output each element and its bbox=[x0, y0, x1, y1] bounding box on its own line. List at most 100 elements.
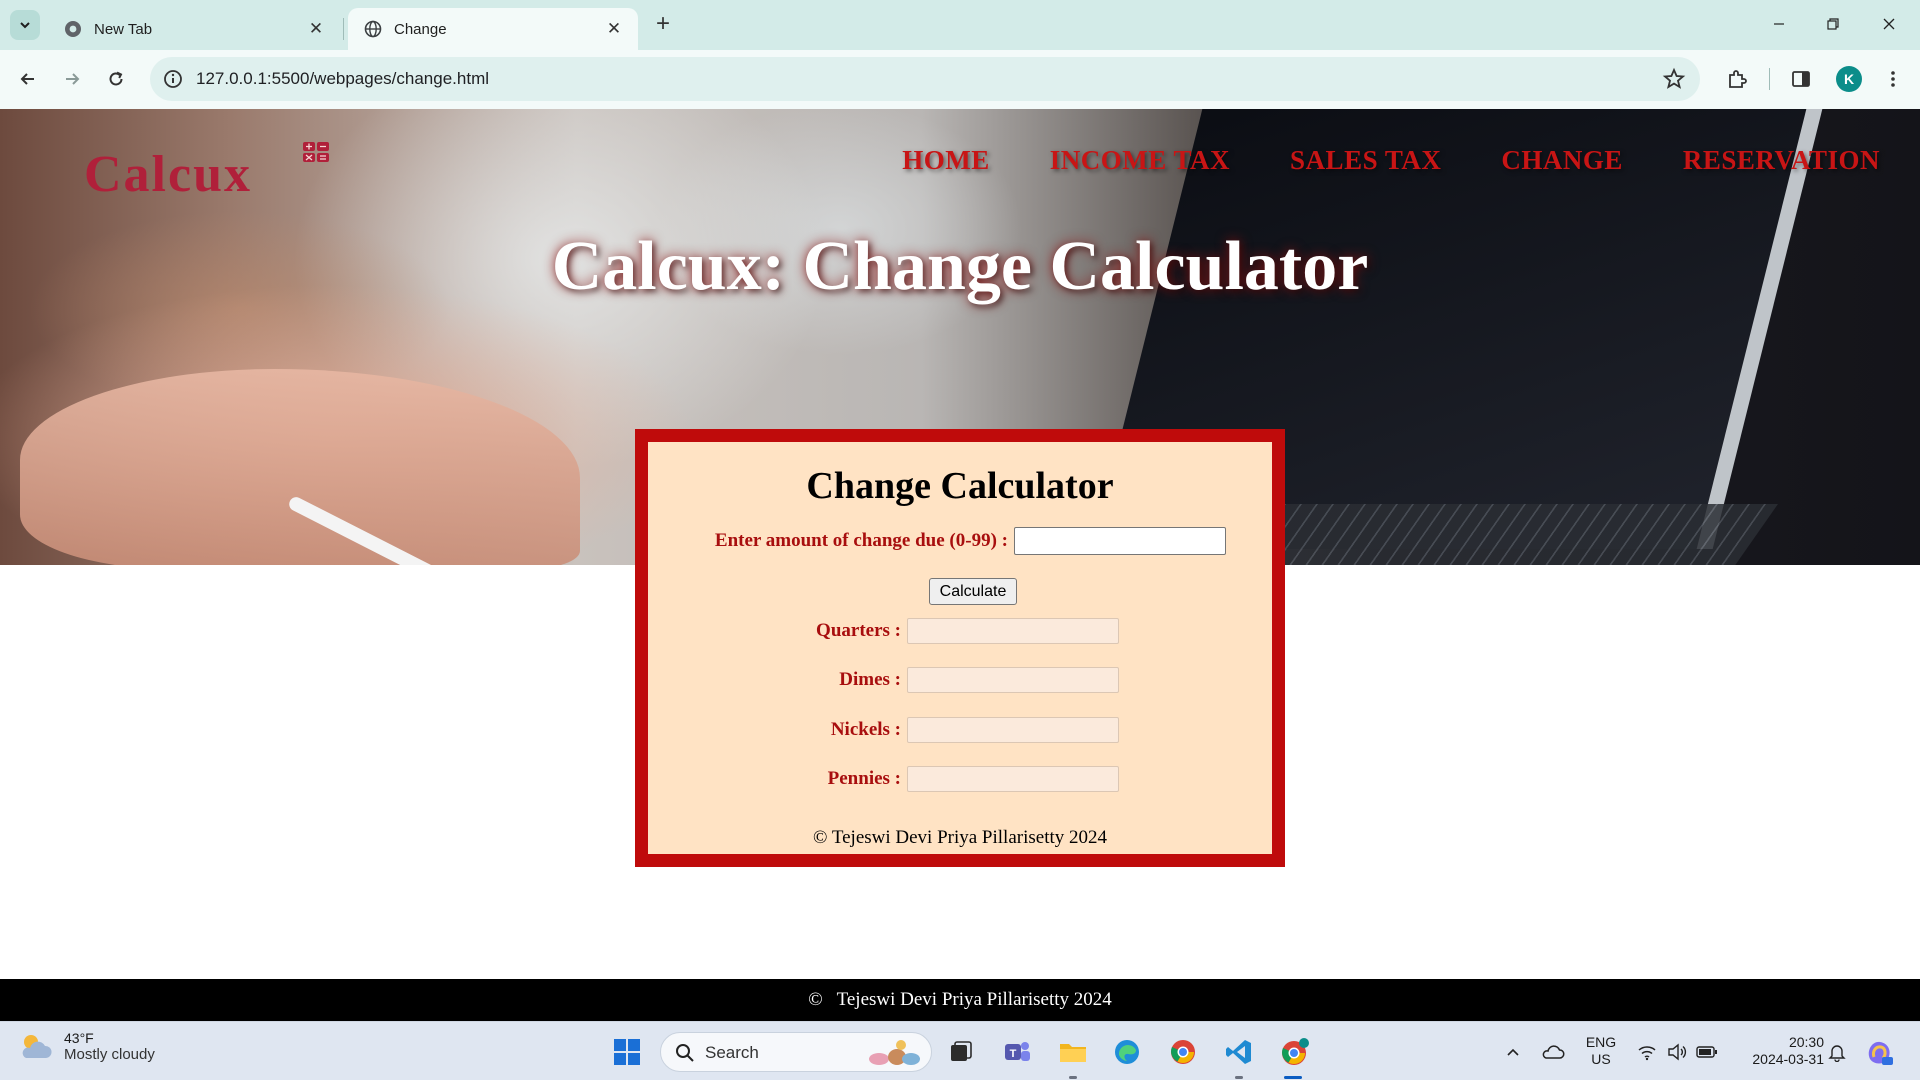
chrome-app[interactable] bbox=[1166, 1035, 1200, 1069]
show-hidden-icons-button[interactable] bbox=[1496, 1035, 1530, 1069]
weather-condition: Mostly cloudy bbox=[64, 1046, 155, 1063]
calculator-title: Change Calculator bbox=[806, 465, 1114, 507]
windows-icon bbox=[614, 1039, 640, 1065]
region-code: US bbox=[1591, 1051, 1611, 1067]
quarters-output[interactable] bbox=[907, 618, 1119, 644]
file-explorer-app[interactable] bbox=[1056, 1035, 1090, 1069]
network-button[interactable] bbox=[1630, 1035, 1664, 1069]
browser-tab-strip: New Tab ✕ Change ✕ + bbox=[0, 0, 1920, 50]
clock-date: 2024-03-31 bbox=[1752, 1051, 1824, 1067]
vscode-app[interactable] bbox=[1222, 1035, 1256, 1069]
more-vertical-icon bbox=[1891, 71, 1895, 87]
taskbar: 43°F Mostly cloudy Search T ENG US 20:30… bbox=[0, 1021, 1920, 1080]
nickels-output[interactable] bbox=[907, 717, 1119, 743]
speaker-icon bbox=[1668, 1043, 1687, 1061]
folder-icon bbox=[1060, 1044, 1086, 1062]
edge-app[interactable] bbox=[1110, 1035, 1144, 1069]
clock[interactable]: 20:30 2024-03-31 bbox=[1730, 1034, 1824, 1068]
copilot-icon bbox=[1868, 1041, 1893, 1065]
bookmark-star-icon[interactable] bbox=[1662, 67, 1686, 91]
onedrive-button[interactable] bbox=[1536, 1035, 1570, 1069]
side-panel-icon bbox=[1792, 71, 1810, 87]
nav-reservation[interactable]: RESERVATION bbox=[1683, 145, 1880, 176]
tab-new-tab[interactable]: New Tab ✕ bbox=[48, 8, 340, 50]
dimes-label: Dimes : bbox=[839, 669, 901, 690]
edge-icon bbox=[1115, 1040, 1139, 1064]
site-logo[interactable]: Calcux bbox=[84, 145, 252, 204]
start-button[interactable] bbox=[610, 1035, 644, 1069]
active-app-indicator bbox=[1284, 1076, 1302, 1079]
vscode-icon bbox=[1226, 1040, 1251, 1064]
battery-icon bbox=[1696, 1046, 1717, 1058]
pennies-label: Pennies : bbox=[827, 768, 901, 789]
close-icon bbox=[1883, 18, 1895, 30]
nav-sales-tax[interactable]: SALES TAX bbox=[1290, 145, 1441, 176]
chrome-profile-app[interactable] bbox=[1278, 1035, 1312, 1069]
cloud-icon bbox=[1542, 1045, 1565, 1059]
nav-income-tax[interactable]: INCOME TAX bbox=[1050, 145, 1230, 176]
copilot-button[interactable] bbox=[1862, 1035, 1896, 1069]
hero-photo-hand bbox=[20, 369, 580, 565]
chrome-icon bbox=[65, 21, 81, 37]
tab-title: New Tab bbox=[94, 20, 153, 38]
restore-button[interactable] bbox=[1806, 8, 1860, 40]
address-bar[interactable]: 127.0.0.1:5500/webpages/change.html bbox=[150, 57, 1700, 101]
page-title: Calcux: Change Calculator bbox=[551, 228, 1369, 305]
task-view-button[interactable] bbox=[944, 1035, 978, 1069]
search-highlight-icon bbox=[869, 1040, 920, 1065]
language-code: ENG bbox=[1585, 1034, 1617, 1050]
globe-icon bbox=[364, 20, 382, 38]
forward-button[interactable] bbox=[56, 63, 88, 95]
battery-button[interactable] bbox=[1690, 1035, 1724, 1069]
url-text[interactable]: 127.0.0.1:5500/webpages/change.html bbox=[196, 69, 489, 89]
teams-app[interactable]: T bbox=[1000, 1035, 1034, 1069]
back-button[interactable] bbox=[12, 63, 44, 95]
chevron-up-icon bbox=[1507, 1048, 1519, 1056]
arrow-left-icon bbox=[20, 73, 34, 85]
chrome-profile-icon bbox=[1282, 1038, 1309, 1065]
pennies-output[interactable] bbox=[907, 766, 1119, 792]
taskbar-search[interactable]: Search bbox=[660, 1032, 932, 1072]
tab-change[interactable]: Change ✕ bbox=[348, 8, 638, 50]
dimes-output[interactable] bbox=[907, 667, 1119, 693]
tab-separator bbox=[343, 18, 344, 40]
running-indicator bbox=[1069, 1076, 1077, 1079]
svg-text:T: T bbox=[1010, 1048, 1017, 1060]
close-icon[interactable]: ✕ bbox=[604, 19, 624, 39]
minimize-icon bbox=[1774, 23, 1784, 25]
task-view-icon bbox=[951, 1041, 972, 1061]
profile-avatar[interactable]: K bbox=[1836, 66, 1862, 92]
arrow-right-icon bbox=[66, 73, 80, 85]
side-panel-button[interactable] bbox=[1788, 66, 1814, 92]
calculate-button[interactable]: Calculate bbox=[929, 578, 1017, 605]
nav-home[interactable]: HOME bbox=[902, 145, 990, 176]
amount-input[interactable] bbox=[1014, 527, 1226, 555]
chrome-menu-button[interactable] bbox=[1880, 66, 1906, 92]
notifications-button[interactable] bbox=[1820, 1035, 1854, 1069]
chevron-down-icon bbox=[20, 22, 30, 29]
weather-temperature: 43°F bbox=[64, 1030, 94, 1046]
browser-toolbar: 127.0.0.1:5500/webpages/change.html K bbox=[0, 50, 1920, 109]
web-page: Calcux HOME INCOME TAX SALES TAX CHANGE … bbox=[0, 109, 1920, 1021]
nickels-label: Nickels : bbox=[830, 719, 901, 740]
extensions-button[interactable] bbox=[1724, 66, 1750, 92]
tab-search-button[interactable] bbox=[10, 10, 40, 40]
calculator-logo-icon bbox=[303, 142, 329, 162]
search-icon bbox=[676, 1044, 694, 1062]
tab-title: Change bbox=[394, 20, 447, 38]
close-icon[interactable]: ✕ bbox=[306, 19, 326, 39]
volume-button[interactable] bbox=[1660, 1035, 1694, 1069]
language-indicator[interactable]: ENG US bbox=[1580, 1034, 1622, 1068]
running-indicator bbox=[1235, 1076, 1243, 1079]
puzzle-icon bbox=[1729, 70, 1747, 88]
close-window-button[interactable] bbox=[1862, 8, 1916, 40]
partly-cloudy-icon bbox=[22, 1034, 52, 1058]
weather-widget[interactable]: 43°F Mostly cloudy bbox=[18, 1030, 155, 1063]
site-info-icon[interactable] bbox=[162, 68, 184, 90]
new-tab-button[interactable]: + bbox=[650, 12, 676, 38]
reload-button[interactable] bbox=[100, 63, 132, 95]
nav-change[interactable]: CHANGE bbox=[1501, 145, 1623, 176]
minimize-button[interactable] bbox=[1752, 8, 1806, 40]
wifi-icon bbox=[1638, 1046, 1656, 1061]
quarters-label: Quarters : bbox=[816, 620, 901, 641]
